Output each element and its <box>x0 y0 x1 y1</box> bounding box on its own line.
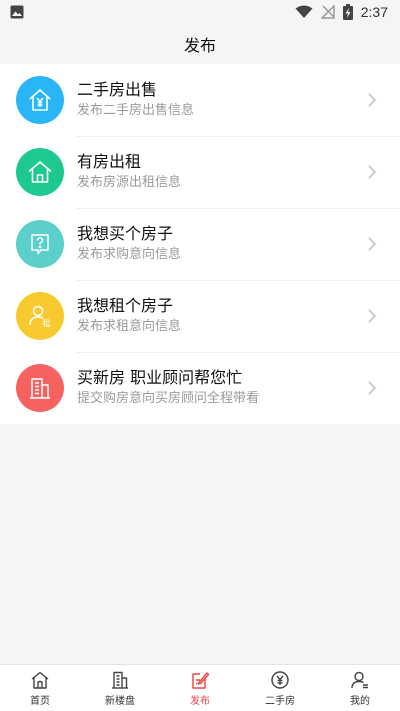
yen-circle-icon <box>271 671 289 689</box>
tab-publish[interactable]: 发布 <box>160 665 240 711</box>
title-bar: 发布 <box>0 24 400 64</box>
chevron-right-icon <box>360 236 384 252</box>
status-bar: 2:37 <box>0 0 400 24</box>
question-bubble-icon <box>31 234 49 255</box>
option-title: 我想租个房子 <box>77 296 174 315</box>
option-title: 买新房 职业顾问帮您忙 <box>77 368 243 387</box>
page-title: 发布 <box>183 36 216 55</box>
user-icon <box>351 671 368 689</box>
status-left <box>10 5 24 19</box>
home-icon <box>31 671 49 689</box>
status-right: 2:37 <box>295 4 388 20</box>
chevron-right-icon <box>360 92 384 108</box>
option-title: 有房出租 <box>77 152 142 171</box>
chevron-right-icon <box>360 380 384 396</box>
gallery-notification-icon <box>10 5 24 19</box>
option-subtitle: 提交购房意向买房顾问全程带看 <box>77 391 260 406</box>
option-texts: 我想租个房子 发布求租意向信息 <box>77 295 360 337</box>
status-time: 2:37 <box>360 4 388 20</box>
rent-badge: 租 <box>43 319 51 328</box>
option-texts: 买新房 职业顾问帮您忙 提交购房意向买房顾问全程带看 <box>77 367 360 409</box>
tab-label: 发布 <box>190 696 210 707</box>
option-rent-out[interactable]: 有房出租 发布房源出租信息 <box>0 136 400 208</box>
option-subtitle: 发布求租意向信息 <box>77 319 182 334</box>
wifi-icon <box>295 5 313 18</box>
battery-charging-icon <box>342 4 353 20</box>
option-icon-circle <box>16 364 64 412</box>
no-signal-icon <box>320 5 335 19</box>
house-icon <box>28 161 52 183</box>
house-yen-icon <box>29 89 51 111</box>
tab-second-hand[interactable]: 二手房 <box>240 665 320 711</box>
option-texts: 有房出租 发布房源出租信息 <box>77 151 360 193</box>
person-rent-icon: 租 <box>29 305 51 328</box>
option-icon-circle <box>16 148 64 196</box>
option-subtitle: 发布求购意向信息 <box>77 247 182 262</box>
option-texts: 二手房出售 发布二手房出售信息 <box>77 79 360 121</box>
publish-icon <box>192 672 210 689</box>
option-subtitle: 发布房源出租信息 <box>77 175 182 190</box>
chevron-right-icon <box>360 308 384 324</box>
option-want-buy[interactable]: 我想买个房子 发布求购意向信息 <box>0 208 400 280</box>
tab-new-buildings[interactable]: 新楼盘 <box>80 665 160 711</box>
option-sell-second-hand[interactable]: 二手房出售 发布二手房出售信息 <box>0 64 400 136</box>
building-icon <box>112 671 128 689</box>
option-want-rent[interactable]: 租 我想租个房子 发布求租意向信息 <box>0 280 400 352</box>
tab-label: 二手房 <box>265 696 295 707</box>
tab-mine[interactable]: 我的 <box>320 665 400 711</box>
tab-label: 我的 <box>350 696 370 707</box>
option-texts: 我想买个房子 发布求购意向信息 <box>77 223 360 265</box>
option-icon-circle <box>16 76 64 124</box>
building-icon <box>30 378 50 399</box>
chevron-right-icon <box>360 164 384 180</box>
option-subtitle: 发布二手房出售信息 <box>77 103 195 118</box>
option-icon-circle <box>16 220 64 268</box>
option-new-house-advisor[interactable]: 买新房 职业顾问帮您忙 提交购房意向买房顾问全程带看 <box>0 352 400 424</box>
option-title: 二手房出售 <box>77 80 158 99</box>
bottom-tab-bar: 首页 新楼盘 发布 二手房 我的 <box>0 664 400 711</box>
option-icon-circle: 租 <box>16 292 64 340</box>
tab-home[interactable]: 首页 <box>0 665 80 711</box>
option-title: 我想买个房子 <box>77 224 174 243</box>
tab-label: 首页 <box>30 696 50 707</box>
publish-options-list: 二手房出售 发布二手房出售信息 有房出租 发布房源出租信息 我想买个房子 发布求… <box>0 64 400 424</box>
tab-label: 新楼盘 <box>105 696 135 707</box>
